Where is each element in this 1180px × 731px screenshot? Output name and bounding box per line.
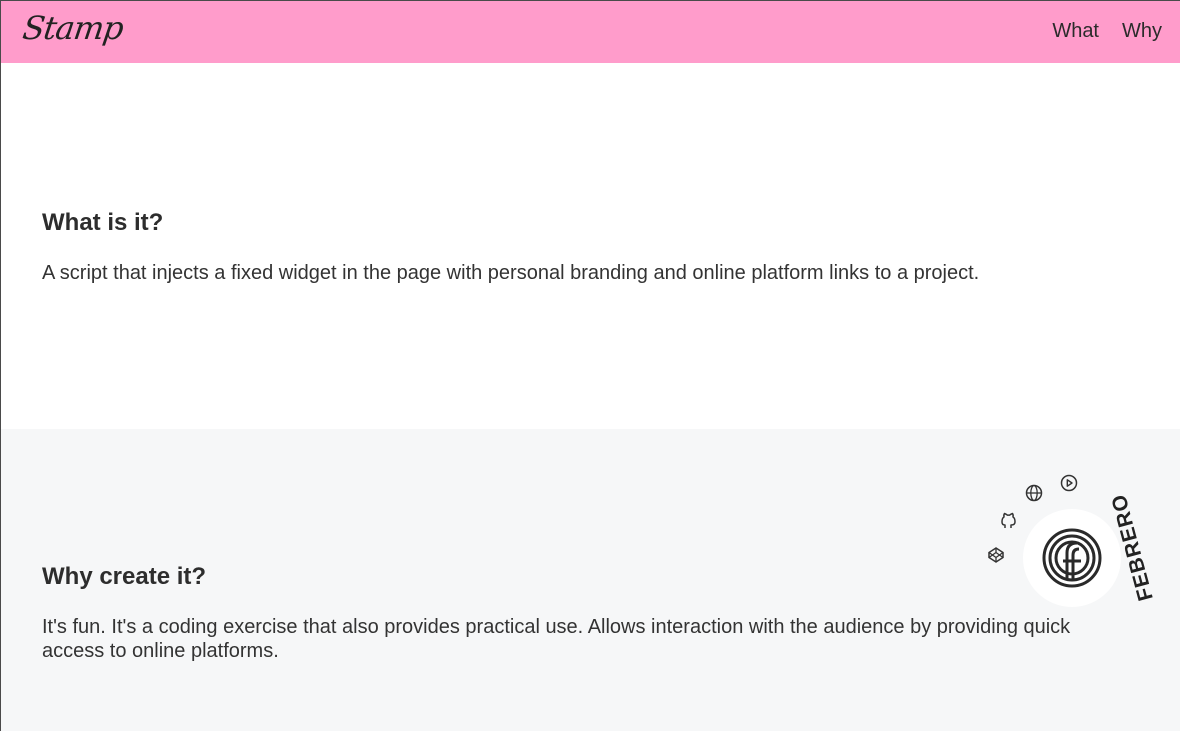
codepen-icon[interactable] — [987, 546, 1005, 569]
nav-link-why[interactable]: Why — [1122, 20, 1162, 43]
febrero-logo-icon — [1042, 528, 1102, 588]
logo[interactable]: Stamp — [20, 9, 125, 47]
stamp-logo-button[interactable] — [1023, 509, 1121, 607]
globe-icon[interactable] — [1025, 484, 1043, 507]
section-title-what: What is it? — [42, 209, 164, 236]
main-nav: What Why — [1052, 20, 1162, 43]
section-text-what: A script that injects a fixed widget in … — [42, 262, 980, 284]
section-text-why: It's fun. It's a coding exercise that al… — [42, 616, 1071, 662]
nav-link-what[interactable]: What — [1052, 20, 1099, 43]
play-icon[interactable] — [1060, 474, 1078, 497]
section-what: What is it? A script that injects a fixe… — [1, 63, 1180, 429]
site-header: Stamp What Why — [1, 1, 1180, 63]
section-title-why: Why create it? — [42, 563, 207, 590]
page: Stamp What Why What is it? A script that… — [0, 0, 1180, 731]
github-icon[interactable] — [998, 510, 1018, 535]
stamp-widget: FEBRERO — [981, 471, 1180, 621]
